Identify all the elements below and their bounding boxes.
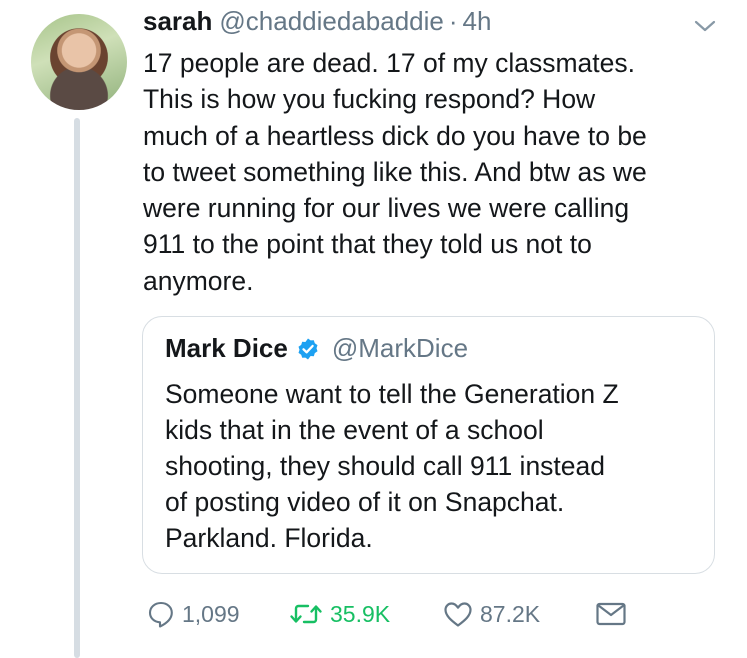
quoted-line: of posting video of it on Snapchat. [165, 487, 565, 517]
tweet-text: 17 people are dead. 17 of my classmates.… [143, 45, 733, 299]
quoted-tweet-header: Mark Dice @MarkDice [165, 333, 468, 364]
tweet-time[interactable]: 4h [463, 6, 492, 37]
like-button[interactable]: 87.2K [442, 596, 540, 632]
thread-line [74, 118, 80, 658]
tweet-line: anymore. [143, 265, 254, 296]
quoted-line: Someone want to tell the Generation Z [165, 379, 619, 409]
tweet-header: sarah @chaddiedabaddie · 4h [143, 6, 491, 42]
retweet-button[interactable]: 35.9K [288, 596, 390, 632]
author-handle[interactable]: @chaddiedabaddie [219, 6, 443, 37]
envelope-icon [596, 602, 626, 626]
quoted-author-handle: @MarkDice [331, 333, 469, 363]
quoted-line: kids that in the event of a school [165, 415, 544, 445]
quoted-line: Parkland. Florida. [165, 523, 373, 553]
retweet-icon [290, 604, 322, 624]
heart-icon [444, 602, 472, 627]
quoted-tweet-card[interactable]: Mark Dice @MarkDice Someone want to tell… [142, 316, 715, 574]
like-count: 87.2K [480, 600, 541, 627]
tweet-line: to tweet something like this. And btw as… [143, 156, 647, 187]
tweet-line: 911 to the point that they told us not t… [143, 229, 592, 260]
author-name[interactable]: sarah [143, 6, 212, 37]
quoted-line: shooting, they should call 911 instead [165, 451, 606, 481]
tweet-actions: 1,099 35.9K 87.2K [140, 596, 640, 632]
verified-badge-icon [298, 338, 318, 359]
quoted-tweet-text: Someone want to tell the Generation Z ki… [165, 376, 695, 556]
reply-icon [148, 601, 173, 628]
tweet-line: much of a heartless dick do you have to … [143, 120, 647, 151]
tweet-line: were running for our lives we were calli… [143, 193, 630, 224]
retweet-count: 35.9K [330, 600, 391, 627]
separator-dot: · [448, 6, 458, 36]
reply-count: 1,099 [182, 600, 240, 627]
chevron-down-icon[interactable] [693, 18, 717, 34]
quoted-author-name: Mark Dice [165, 333, 288, 363]
tweet-line: This is how you fucking respond? How [143, 84, 596, 115]
direct-message-button[interactable] [594, 596, 634, 632]
tweet-line: 17 people are dead. 17 of my classmates. [143, 48, 636, 78]
author-avatar[interactable] [31, 14, 127, 110]
reply-button[interactable]: 1,099 [146, 596, 240, 632]
